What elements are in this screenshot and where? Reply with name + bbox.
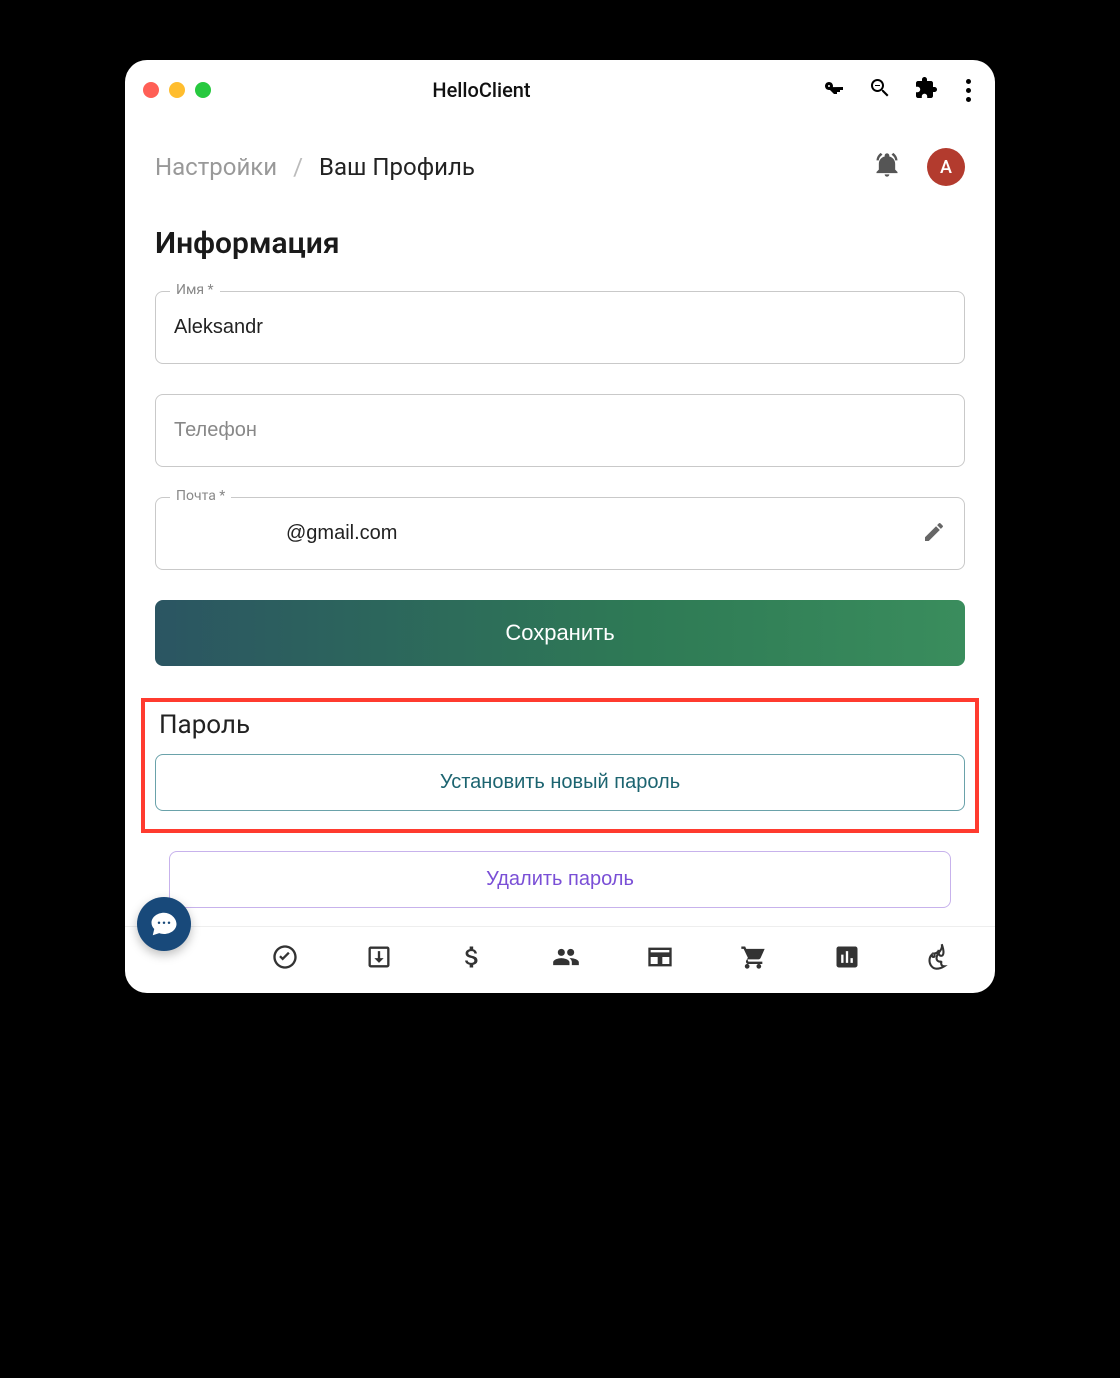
name-label: Имя *: [170, 282, 220, 298]
password-section-highlight: Пароль Установить новый пароль: [141, 698, 979, 833]
edit-email-icon[interactable]: [922, 520, 946, 548]
avatar-letter: A: [940, 157, 952, 178]
chat-fab[interactable]: [137, 897, 191, 951]
bottom-nav: [125, 926, 995, 993]
email-field: Почта *: [155, 497, 965, 570]
nav-inbox-icon[interactable]: [365, 943, 393, 975]
breadcrumb-current: Ваш Профиль: [319, 153, 475, 181]
info-heading: Информация: [155, 226, 965, 261]
header-actions: A: [873, 148, 965, 186]
nav-chart-icon[interactable]: [833, 943, 861, 975]
more-menu-icon[interactable]: [960, 79, 977, 102]
notifications-icon[interactable]: [873, 151, 901, 183]
nav-people-icon[interactable]: [552, 943, 580, 975]
phone-field: [155, 394, 965, 467]
name-field: Имя *: [155, 291, 965, 364]
avatar[interactable]: A: [927, 148, 965, 186]
titlebar: HelloClient: [125, 60, 995, 120]
titlebar-actions: [822, 76, 977, 104]
nav-check-icon[interactable]: [271, 943, 299, 975]
breadcrumb-root[interactable]: Настройки: [155, 153, 277, 181]
email-input[interactable]: [156, 498, 964, 569]
nav-cart-icon[interactable]: [739, 943, 767, 975]
name-input[interactable]: [156, 292, 964, 363]
key-icon[interactable]: [822, 76, 846, 104]
zoom-out-icon[interactable]: [868, 76, 892, 104]
nav-dashboard-icon[interactable]: [646, 943, 674, 975]
nav-money-icon[interactable]: [458, 943, 486, 975]
header-row: Настройки / Ваш Профиль A: [155, 148, 965, 186]
breadcrumb: Настройки / Ваш Профиль: [155, 153, 475, 181]
content-area: Настройки / Ваш Профиль A Информация Имя…: [125, 120, 995, 926]
app-window: HelloClient Настройки / Ваш Профиль: [125, 60, 995, 993]
phone-input[interactable]: [156, 395, 964, 466]
set-new-password-button[interactable]: Установить новый пароль: [155, 754, 965, 811]
app-title: HelloClient: [141, 78, 822, 102]
delete-password-button[interactable]: Удалить пароль: [169, 851, 951, 908]
save-button[interactable]: Сохранить: [155, 600, 965, 666]
breadcrumb-separator: /: [293, 153, 303, 181]
extension-icon[interactable]: [914, 76, 938, 104]
email-label: Почта *: [170, 488, 231, 504]
password-heading: Пароль: [155, 710, 965, 740]
nav-fire-icon[interactable]: [926, 943, 954, 975]
